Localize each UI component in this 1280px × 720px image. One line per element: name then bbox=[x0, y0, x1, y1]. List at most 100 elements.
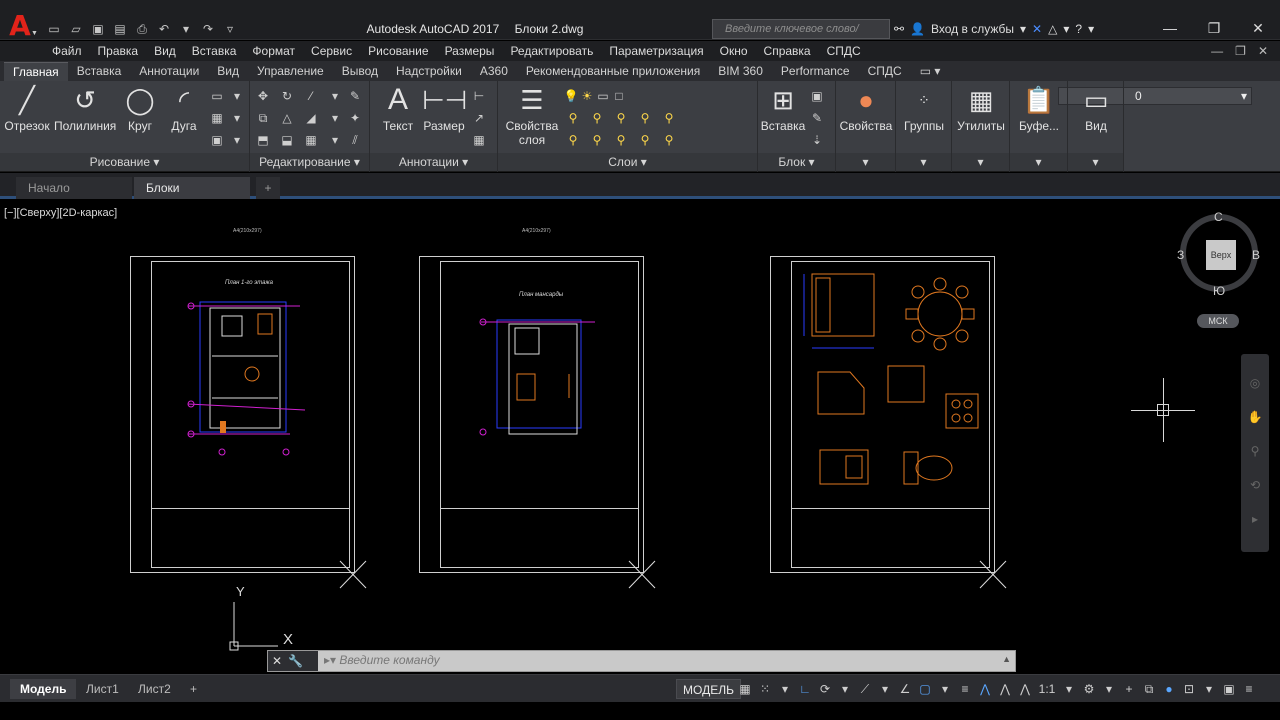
lineweight-icon[interactable]: ≡ bbox=[956, 679, 974, 699]
layer-tool-icon[interactable]: ⚲ bbox=[612, 131, 630, 149]
menu-format[interactable]: Формат bbox=[252, 44, 295, 58]
properties-panel-expand[interactable]: ▾ bbox=[836, 153, 895, 171]
object-snap-icon[interactable]: ▢ bbox=[916, 679, 934, 699]
dropdown-icon[interactable]: ▾ bbox=[1088, 22, 1094, 36]
offset-icon[interactable]: ⫽ bbox=[346, 131, 364, 149]
menu-draw[interactable]: Рисование bbox=[368, 44, 428, 58]
layout-tab-sheet2[interactable]: Лист2 bbox=[128, 679, 181, 699]
viewcube[interactable]: Верх bbox=[1180, 214, 1258, 292]
properties-button[interactable]: ● Свойства bbox=[838, 83, 894, 133]
doc-restore-icon[interactable]: ❐ bbox=[1235, 41, 1246, 61]
save-icon[interactable]: ▣ bbox=[88, 20, 108, 38]
signin-link[interactable]: Вход в службы bbox=[931, 22, 1014, 36]
close-command-icon[interactable]: ✕ bbox=[272, 654, 282, 668]
viewcube-west[interactable]: З bbox=[1177, 248, 1184, 262]
tab-drawing[interactable]: Блоки 2*✕ bbox=[134, 177, 250, 217]
utilities-button[interactable]: ▦ Утилиты bbox=[954, 83, 1008, 133]
minimize-icon[interactable]: — bbox=[1148, 18, 1192, 38]
groups-button[interactable]: ⁘ Группы bbox=[898, 83, 950, 133]
linear-dim-icon[interactable]: ⊢ bbox=[470, 87, 488, 105]
customize-wrench-icon[interactable]: 🔧 bbox=[288, 654, 303, 668]
menu-window[interactable]: Окно bbox=[720, 44, 748, 58]
fillet-icon[interactable]: ◢ bbox=[302, 109, 320, 127]
menu-tools[interactable]: Сервис bbox=[311, 44, 352, 58]
menu-edit[interactable]: Правка bbox=[98, 44, 139, 58]
view-button[interactable]: ▭ Вид bbox=[1070, 83, 1122, 133]
tab-start[interactable]: Начало bbox=[16, 177, 132, 199]
groups-panel-expand[interactable]: ▾ bbox=[896, 153, 951, 171]
snap-icon[interactable]: ⁙ bbox=[756, 679, 774, 699]
layer-tool-icon[interactable]: ⚲ bbox=[660, 109, 678, 127]
layer-tool-icon[interactable]: ⚲ bbox=[636, 109, 654, 127]
model-space-button[interactable]: МОДЕЛЬ bbox=[676, 679, 741, 699]
tab-output[interactable]: Вывод bbox=[333, 62, 387, 81]
app-menu-arrow-icon[interactable]: ▼ bbox=[31, 30, 38, 37]
erase-icon[interactable]: ✎ bbox=[346, 87, 364, 105]
tab-bim360[interactable]: BIM 360 bbox=[709, 62, 772, 81]
undo-icon[interactable]: ↶ bbox=[154, 20, 174, 38]
command-input[interactable]: ▸▾ Введите команду bbox=[324, 653, 440, 667]
insert-block-button[interactable]: ⊞ Вставка bbox=[760, 83, 806, 133]
layer-properties-button[interactable]: ☰ Свойства слоя bbox=[504, 83, 560, 147]
modify-panel-title[interactable]: Редактирование ▾ bbox=[250, 153, 369, 171]
circle-button[interactable]: ◯ Круг bbox=[120, 83, 160, 133]
explode-icon[interactable]: ✦ bbox=[346, 109, 364, 127]
object-snap-tracking-icon[interactable]: ∠ bbox=[896, 679, 914, 699]
view-panel-expand[interactable]: ▾ bbox=[1068, 153, 1123, 171]
dropdown-icon[interactable]: ▾ bbox=[228, 131, 246, 149]
clipboard-panel-expand[interactable]: ▾ bbox=[1010, 153, 1067, 171]
viewcube-top-face[interactable]: Верх bbox=[1206, 240, 1236, 270]
dropdown-icon[interactable]: ▾ bbox=[1063, 22, 1069, 36]
search-input[interactable]: Введите ключевое слово/фразу bbox=[712, 19, 890, 53]
viewcube-south[interactable]: Ю bbox=[1213, 284, 1225, 298]
array-icon[interactable]: ▦ bbox=[302, 131, 320, 149]
command-history-icon[interactable]: ▲ bbox=[1002, 654, 1011, 664]
showmotion-icon[interactable]: ▸ bbox=[1246, 510, 1264, 528]
stretch-icon[interactable]: ⬒ bbox=[254, 131, 272, 149]
tab-spds[interactable]: СПДС bbox=[859, 62, 911, 81]
auto-scale-icon[interactable]: ⋀ bbox=[996, 679, 1014, 699]
undo-dropdown-icon[interactable]: ▾ bbox=[176, 20, 196, 38]
menu-file[interactable]: Файл bbox=[52, 44, 82, 58]
menu-spds[interactable]: СПДС bbox=[827, 44, 861, 58]
redo-icon[interactable]: ↷ bbox=[198, 20, 218, 38]
rectangle-icon[interactable]: ▭ bbox=[208, 87, 226, 105]
isodraft-icon[interactable]: ⟋ bbox=[856, 679, 874, 699]
edit-block-icon[interactable]: ✎ bbox=[808, 109, 826, 127]
dropdown-icon[interactable]: ▾ bbox=[936, 679, 954, 699]
dimension-button[interactable]: ⊢⊣ Размер bbox=[422, 83, 467, 133]
dropdown-icon[interactable]: ▾ bbox=[228, 109, 246, 127]
dropdown-icon[interactable]: ▾ bbox=[1100, 679, 1118, 699]
dropdown-icon[interactable]: ▾ bbox=[228, 87, 246, 105]
dropdown-icon[interactable]: ▾ bbox=[326, 131, 344, 149]
workspace-gear-icon[interactable]: ⚙ bbox=[1080, 679, 1098, 699]
tab-home[interactable]: Главная bbox=[4, 62, 68, 81]
layout-tab-model[interactable]: Модель bbox=[10, 679, 77, 699]
dropdown-icon[interactable]: ▾ bbox=[836, 679, 854, 699]
leader-icon[interactable]: ↗ bbox=[470, 109, 488, 127]
a360-icon[interactable]: △ bbox=[1048, 22, 1057, 36]
viewcube-east[interactable]: В bbox=[1252, 248, 1260, 262]
orbit-icon[interactable]: ⟲ bbox=[1246, 476, 1264, 494]
doc-close-icon[interactable]: ✕ bbox=[1258, 41, 1268, 61]
wcs-menu[interactable]: МСК bbox=[1197, 314, 1239, 328]
close-icon[interactable]: ✕ bbox=[1236, 18, 1280, 38]
rotate-icon[interactable]: ↻ bbox=[278, 87, 296, 105]
layer-tool-icon[interactable]: ⚲ bbox=[660, 131, 678, 149]
grid-icon[interactable]: ▦ bbox=[736, 679, 754, 699]
menu-parametric[interactable]: Параметризация bbox=[609, 44, 703, 58]
annotation-scale-value[interactable]: 1:1 bbox=[1036, 679, 1058, 699]
dropdown-icon[interactable]: ▾ bbox=[326, 87, 344, 105]
lock-icon[interactable]: ⊡ bbox=[1180, 679, 1198, 699]
mirror-icon[interactable]: △ bbox=[278, 109, 296, 127]
hardware-acceleration-icon[interactable]: ● bbox=[1160, 679, 1178, 699]
dropdown-icon[interactable]: ▾ bbox=[326, 109, 344, 127]
dropdown-icon[interactable]: ▾ bbox=[1200, 679, 1218, 699]
qat-customize-icon[interactable]: ▿ bbox=[220, 20, 240, 38]
tab-a360[interactable]: A360 bbox=[471, 62, 517, 81]
clipboard-button[interactable]: 📋 Буфе... bbox=[1012, 83, 1066, 133]
ribbon-options-icon[interactable]: ▭ ▾ bbox=[911, 62, 950, 81]
viewcube-north[interactable]: С bbox=[1214, 210, 1223, 224]
pan-icon[interactable]: ✋ bbox=[1246, 408, 1264, 426]
new-tab-button[interactable]: + bbox=[256, 177, 280, 199]
